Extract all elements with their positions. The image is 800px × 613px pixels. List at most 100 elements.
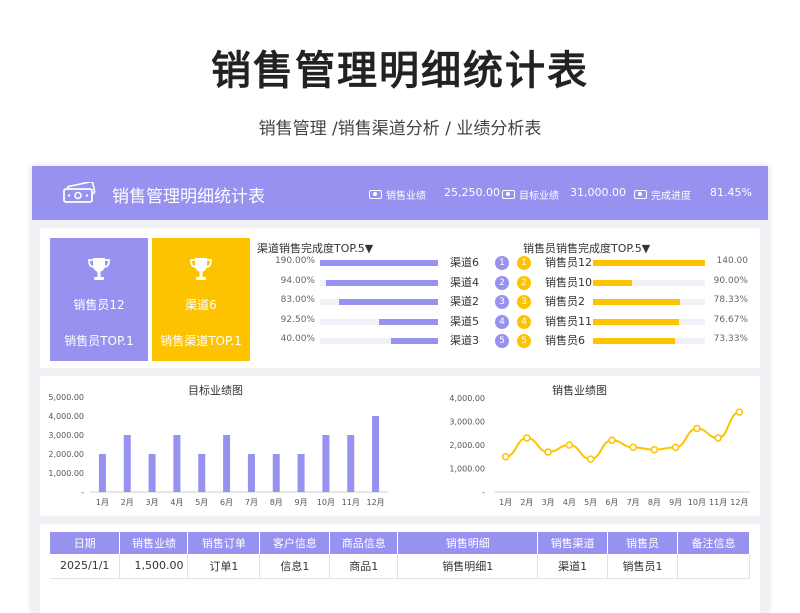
rank-number-badge: 1 <box>495 256 509 270</box>
top-seller-label: 销售员TOP.1 <box>64 334 134 348</box>
kpi-sales-value: 25,250.00 <box>444 186 500 199</box>
col-date[interactable]: 日期 <box>50 532 121 554</box>
col-customer[interactable]: 客户信息 <box>259 532 331 554</box>
col-remark[interactable]: 备注信息 <box>677 532 750 554</box>
channel-rank-name: 渠道5 <box>450 314 479 328</box>
channel-rank-bar <box>320 260 438 266</box>
x-tick-label: 3月 <box>146 498 159 507</box>
col-order[interactable]: 销售订单 <box>187 532 261 554</box>
rank-number-badge: 3 <box>517 295 531 309</box>
y-tick-label: 1,000.00 <box>48 469 84 478</box>
data-point <box>693 424 701 433</box>
kpi-sales-label: 销售业绩 <box>369 187 426 202</box>
channel-rank-name: 渠道3 <box>450 334 479 347</box>
x-tick-label: 3月 <box>542 498 555 507</box>
kpi-target-value: 31,000.00 <box>570 186 626 199</box>
seller-rank-pct: 76.67% <box>713 314 748 325</box>
data-point <box>650 445 659 454</box>
data-point <box>629 443 637 452</box>
rank-number-badge: 2 <box>517 275 531 290</box>
x-tick-label: 2月 <box>520 498 533 507</box>
cell-order[interactable]: 订单1 <box>187 554 261 579</box>
channel-rank-pct: 83.00% <box>280 295 315 305</box>
trophy-icon <box>88 258 110 280</box>
cell-detail[interactable]: 销售明细1 <box>397 554 539 579</box>
cell-date[interactable]: 2025/1/1 <box>50 554 121 579</box>
cell-channel[interactable]: 渠道1 <box>537 554 609 579</box>
y-tick-label: 5,000.00 <box>48 393 84 402</box>
col-seller[interactable]: 销售员 <box>607 532 679 554</box>
page-title: 销售管理明细统计表 <box>211 48 589 94</box>
cell-customer[interactable]: 信息1 <box>259 554 331 579</box>
seller-rank-pct: 90.00% <box>713 275 748 286</box>
cell-sales[interactable]: 1,500.00 <box>119 554 189 579</box>
x-tick-label: 12月 <box>730 498 748 507</box>
y-tick-label: 4,000.00 <box>449 394 485 403</box>
top-panel: 销售员12 销售员TOP.1 渠道6 销售渠道TOP.1 渠道销售完成度TOP.… <box>40 228 760 368</box>
data-point <box>523 434 531 442</box>
money-icon <box>369 190 382 199</box>
rank-number-badge: 5 <box>495 334 509 348</box>
cell-remark[interactable] <box>677 554 750 579</box>
seller-rank-bar <box>593 299 680 305</box>
channel-rank-pct: 40.00% <box>280 334 315 344</box>
seller-rank-name: 销售员2 <box>545 295 585 308</box>
x-tick-label: 1月 <box>499 498 512 507</box>
x-tick-label: 12月 <box>366 498 384 507</box>
data-point <box>671 443 680 452</box>
y-tick-label: 1,000.00 <box>449 465 485 474</box>
sales-detail-table: 日期 销售业绩 销售订单 客户信息 商品信息 销售明细 销售渠道 销售员 备注信… <box>50 532 750 579</box>
channel-rank-pct: 190.00% <box>274 256 315 266</box>
x-tick-label: 5月 <box>584 498 597 507</box>
table-row: 2025/1/1 1,500.00 订单1 信息1 商品1 销售明细1 渠道1 … <box>50 554 750 579</box>
channel-rank-bar <box>339 299 438 305</box>
seller-rank-pct: 140.00 <box>716 256 749 266</box>
seller-rank-bar <box>593 318 679 325</box>
bar <box>123 435 131 492</box>
bar <box>173 435 181 492</box>
y-tick-label: 2,000.00 <box>449 441 485 450</box>
col-detail[interactable]: 销售明细 <box>397 532 539 554</box>
x-tick-label: 8月 <box>270 498 283 507</box>
dashboard-sheet: 销售管理明细统计表 销售业绩 25,250.00 目标业绩 31,000.00 … <box>32 166 768 613</box>
rank-number-badge: 4 <box>517 314 531 329</box>
x-tick-label: 9月 <box>669 498 682 507</box>
x-tick-label: 10月 <box>317 498 335 507</box>
top-seller-card: 销售员12 销售员TOP.1 <box>50 238 148 361</box>
channel-rank-name: 渠道2 <box>450 295 479 308</box>
x-tick-label: 7月 <box>627 498 640 507</box>
money-stack-icon <box>63 182 96 203</box>
target-bar-chart: 5,000.00 4,000.00 3,000.00 2,000.00 1,000.00… <box>48 393 388 507</box>
y-tick-label: 4,000.00 <box>48 412 84 421</box>
rank-number-badge: 5 <box>517 334 531 348</box>
cell-seller[interactable]: 销售员1 <box>607 554 679 579</box>
top-channel-card: 渠道6 销售渠道TOP.1 <box>152 238 250 361</box>
col-channel[interactable]: 销售渠道 <box>537 532 609 554</box>
data-point <box>586 455 595 463</box>
rank-number-badge: 4 <box>495 314 509 329</box>
x-tick-label: 4月 <box>563 498 576 507</box>
y-tick-label: - <box>81 488 84 497</box>
rank-number-badge: 3 <box>495 295 509 309</box>
cell-product[interactable]: 商品1 <box>329 554 399 579</box>
x-tick-label: 8月 <box>648 498 661 507</box>
kpi-progress-value: 81.45% <box>710 186 752 199</box>
data-point <box>501 453 510 461</box>
seller-rank-pct: 73.33% <box>713 334 748 344</box>
channel-rank-pct: 94.00% <box>280 275 315 286</box>
top-channel-label: 销售渠道TOP.1 <box>160 334 242 348</box>
data-point <box>608 436 616 445</box>
col-product[interactable]: 商品信息 <box>329 532 399 554</box>
y-tick-label: 3,000.00 <box>48 431 84 440</box>
money-icon <box>634 190 647 199</box>
y-tick-label: 2,000.00 <box>48 450 84 459</box>
seller-rank-bar <box>593 338 675 344</box>
top-channel-name: 渠道6 <box>185 298 217 312</box>
bar <box>148 454 156 492</box>
bar <box>322 435 330 492</box>
x-tick-label: 5月 <box>195 498 208 507</box>
seller-rank-bar <box>593 260 705 266</box>
channel-rank-title[interactable]: 渠道销售完成度TOP.5▼ <box>257 240 373 256</box>
kpi-progress-label: 完成进度 <box>634 187 691 202</box>
col-sales[interactable]: 销售业绩 <box>119 532 189 554</box>
